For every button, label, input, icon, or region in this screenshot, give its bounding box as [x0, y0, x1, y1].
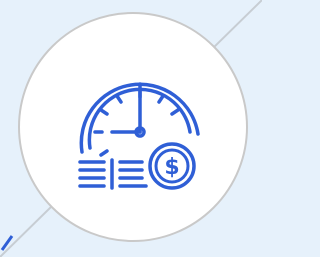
- coin-stack-icon: [78, 158, 148, 190]
- dollar-sign: $: [164, 155, 179, 180]
- clock-tick-2: [170, 108, 180, 116]
- clock-tick-8: [99, 149, 109, 157]
- page-root: { "icon": { "name": "time-is-money-icon"…: [0, 0, 262, 257]
- clock-tick-10: [99, 108, 109, 116]
- dollar-coin-icon: $: [148, 142, 196, 190]
- clock-tick-1: [157, 94, 165, 104]
- time-is-money-icon: $: [64, 70, 204, 194]
- clock-tick-11: [115, 94, 123, 104]
